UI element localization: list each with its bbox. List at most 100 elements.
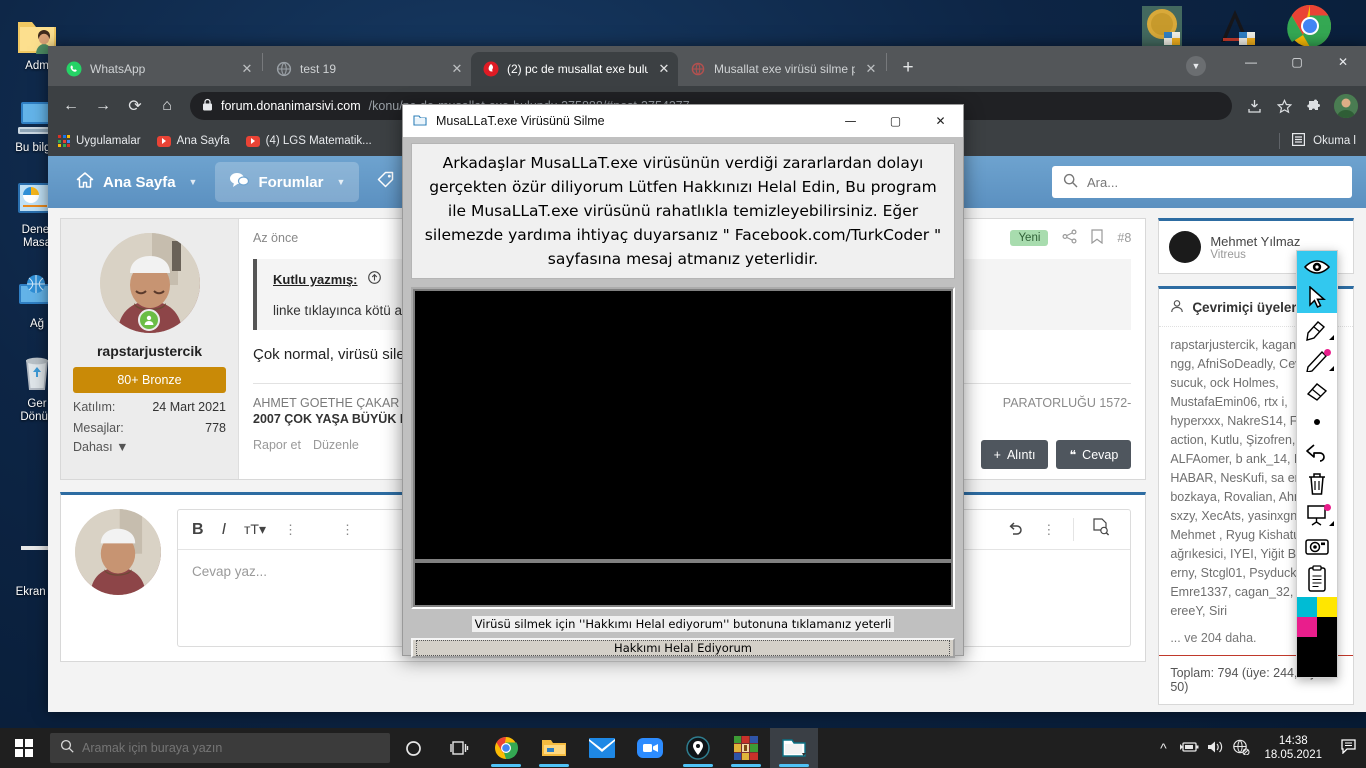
quote-author[interactable]: Kutlu yazmış: (273, 272, 358, 287)
taskbar-app-winrar[interactable] (722, 728, 770, 768)
taskbar-search-box[interactable] (50, 733, 390, 763)
jump-to-post-icon[interactable] (368, 271, 381, 288)
minimize-button[interactable]: — (1228, 46, 1274, 78)
eye-icon[interactable] (1297, 251, 1337, 282)
helal-ediyorum-button[interactable]: Hakkımı Helal Ediyorum (411, 638, 955, 658)
chevron-up-icon[interactable]: ^ (1150, 740, 1176, 756)
highlighter-icon[interactable] (1297, 313, 1337, 344)
nav-ana-sayfa[interactable]: Ana Sayfa ▼ (62, 162, 211, 202)
new-tab-button[interactable]: + (894, 54, 922, 82)
pen-icon[interactable] (1297, 344, 1337, 375)
taskbar-app-chrome[interactable] (482, 728, 530, 768)
trash-icon[interactable] (1297, 468, 1337, 499)
dialog-maximize-button[interactable]: ▢ (873, 105, 918, 137)
task-view-button[interactable] (436, 728, 482, 768)
clipboard-icon[interactable] (1297, 561, 1337, 597)
close-button[interactable]: ✕ (1320, 46, 1366, 78)
battery-icon[interactable] (1176, 740, 1202, 757)
undo-arrow-icon[interactable] (1297, 437, 1337, 468)
desktop-icon-triangle-app[interactable] (1215, 4, 1259, 48)
post-number[interactable]: #8 (1117, 231, 1131, 245)
forward-button[interactable]: → (88, 91, 118, 121)
tab-close-icon[interactable]: ✕ (449, 61, 465, 77)
tab-close-icon[interactable]: ✕ (239, 61, 255, 77)
color-swatch-cyan[interactable] (1297, 597, 1317, 617)
bookmark-lgs-matematik[interactable]: (4) LGS Matematik... (245, 135, 372, 147)
dialog-close-button[interactable]: ✕ (918, 105, 963, 137)
preview-document-icon[interactable] (1073, 518, 1116, 541)
chevron-down-icon[interactable]: ▼ (336, 177, 345, 187)
reading-list-button[interactable]: Okuma l (1279, 133, 1356, 149)
reload-button[interactable]: ⟳ (120, 91, 150, 121)
browser-tab-test19[interactable]: test 19 ✕ (264, 52, 471, 86)
forum-search-input[interactable]: Ara... (1052, 166, 1352, 198)
browser-tab-whatsapp[interactable]: WhatsApp ✕ (54, 52, 261, 86)
whatsapp-icon (66, 61, 82, 77)
post-author-name[interactable]: rapstarjustercik (73, 343, 226, 359)
avatar[interactable] (99, 233, 200, 333)
chevron-down-icon[interactable]: ▼ (189, 177, 198, 187)
more-vert-icon-2[interactable]: ⋮ (341, 522, 354, 538)
network-offline-icon[interactable] (1228, 739, 1254, 758)
author-more-toggle[interactable]: Dahası ▼ (73, 440, 226, 454)
bold-icon[interactable]: B (192, 521, 204, 539)
youtube-icon (245, 135, 260, 147)
tab-close-icon[interactable]: ✕ (863, 61, 879, 77)
color-swatch-black-small[interactable] (1317, 617, 1337, 637)
report-link[interactable]: Rapor et (253, 438, 301, 452)
whiteboard-icon[interactable] (1297, 499, 1337, 530)
download-icon[interactable] (1240, 92, 1268, 120)
nav-forumlar[interactable]: Forumlar ▼ (215, 162, 360, 202)
dropdown-triangle-icon[interactable] (1329, 335, 1334, 340)
taskbar-search-input[interactable] (82, 741, 380, 755)
font-size-icon[interactable]: тT▾ (244, 521, 266, 538)
color-swatch-yellow[interactable] (1317, 597, 1337, 617)
desktop-icon-chrome[interactable] (1285, 2, 1335, 50)
extensions-icon[interactable] (1300, 92, 1328, 120)
bookmark-apps[interactable]: Uygulamalar (58, 135, 141, 147)
taskbar-app-virus-program[interactable] (770, 728, 818, 768)
dialog-minimize-button[interactable]: — (828, 105, 873, 137)
dot-icon[interactable] (1297, 406, 1337, 437)
tab-search-icon[interactable]: ▼ (1186, 56, 1206, 76)
dropdown-triangle-icon[interactable] (1329, 521, 1334, 526)
taskbar-app-pen-circle[interactable] (674, 728, 722, 768)
action-center-icon[interactable] (1332, 739, 1366, 757)
share-icon[interactable] (1062, 229, 1077, 247)
quote-button[interactable]: + Alıntı (980, 440, 1049, 469)
back-button[interactable]: ← (56, 91, 86, 121)
reply-button[interactable]: ❝ Cevap (1056, 440, 1132, 469)
cortana-button[interactable] (390, 728, 436, 768)
volume-icon[interactable] (1202, 740, 1228, 757)
more-vert-icon[interactable]: ⋮ (284, 522, 297, 538)
desktop-icon-coin-game[interactable] (1140, 4, 1184, 48)
profile-avatar[interactable] (1334, 94, 1358, 118)
color-swatch-magenta[interactable] (1297, 617, 1317, 637)
maximize-button[interactable]: ▢ (1274, 46, 1320, 78)
undo-icon[interactable] (1007, 519, 1024, 541)
bookmark-ana-sayfa[interactable]: Ana Sayfa (156, 135, 230, 147)
camera-icon[interactable] (1297, 530, 1337, 561)
tab-separator (262, 53, 263, 71)
taskbar-clock[interactable]: 14:38 18.05.2021 (1254, 734, 1332, 762)
dialog-title-bar[interactable]: MusaLLaT.exe Virüsünü Silme — ▢ ✕ (403, 105, 963, 137)
cursor-select-icon[interactable] (1297, 282, 1337, 313)
more-vert-icon-3[interactable]: ⋮ (1042, 522, 1055, 538)
dropdown-triangle-icon[interactable] (1329, 366, 1334, 371)
edit-link[interactable]: Düzenle (313, 438, 359, 452)
browser-tab-virus-removal[interactable]: Musallat exe virüsü silme program ✕ (678, 52, 885, 86)
taskbar-app-file-explorer[interactable] (530, 728, 578, 768)
taskbar-app-zoom[interactable] (626, 728, 674, 768)
star-icon[interactable] (1270, 92, 1298, 120)
color-swatch-black-active[interactable] (1297, 637, 1337, 677)
color-swatches[interactable] (1297, 597, 1337, 637)
taskbar-app-mail[interactable] (578, 728, 626, 768)
start-button[interactable] (0, 728, 48, 768)
dialog-video-area[interactable] (411, 287, 955, 609)
bookmark-icon[interactable] (1091, 229, 1104, 247)
italic-icon[interactable]: I (222, 521, 226, 539)
eraser-icon[interactable] (1297, 375, 1337, 406)
tab-close-icon[interactable]: ✕ (656, 61, 672, 77)
browser-tab-forum-active[interactable]: (2) pc de musallat exe bulundu | D ✕ (471, 52, 678, 86)
home-button[interactable]: ⌂ (152, 91, 182, 121)
